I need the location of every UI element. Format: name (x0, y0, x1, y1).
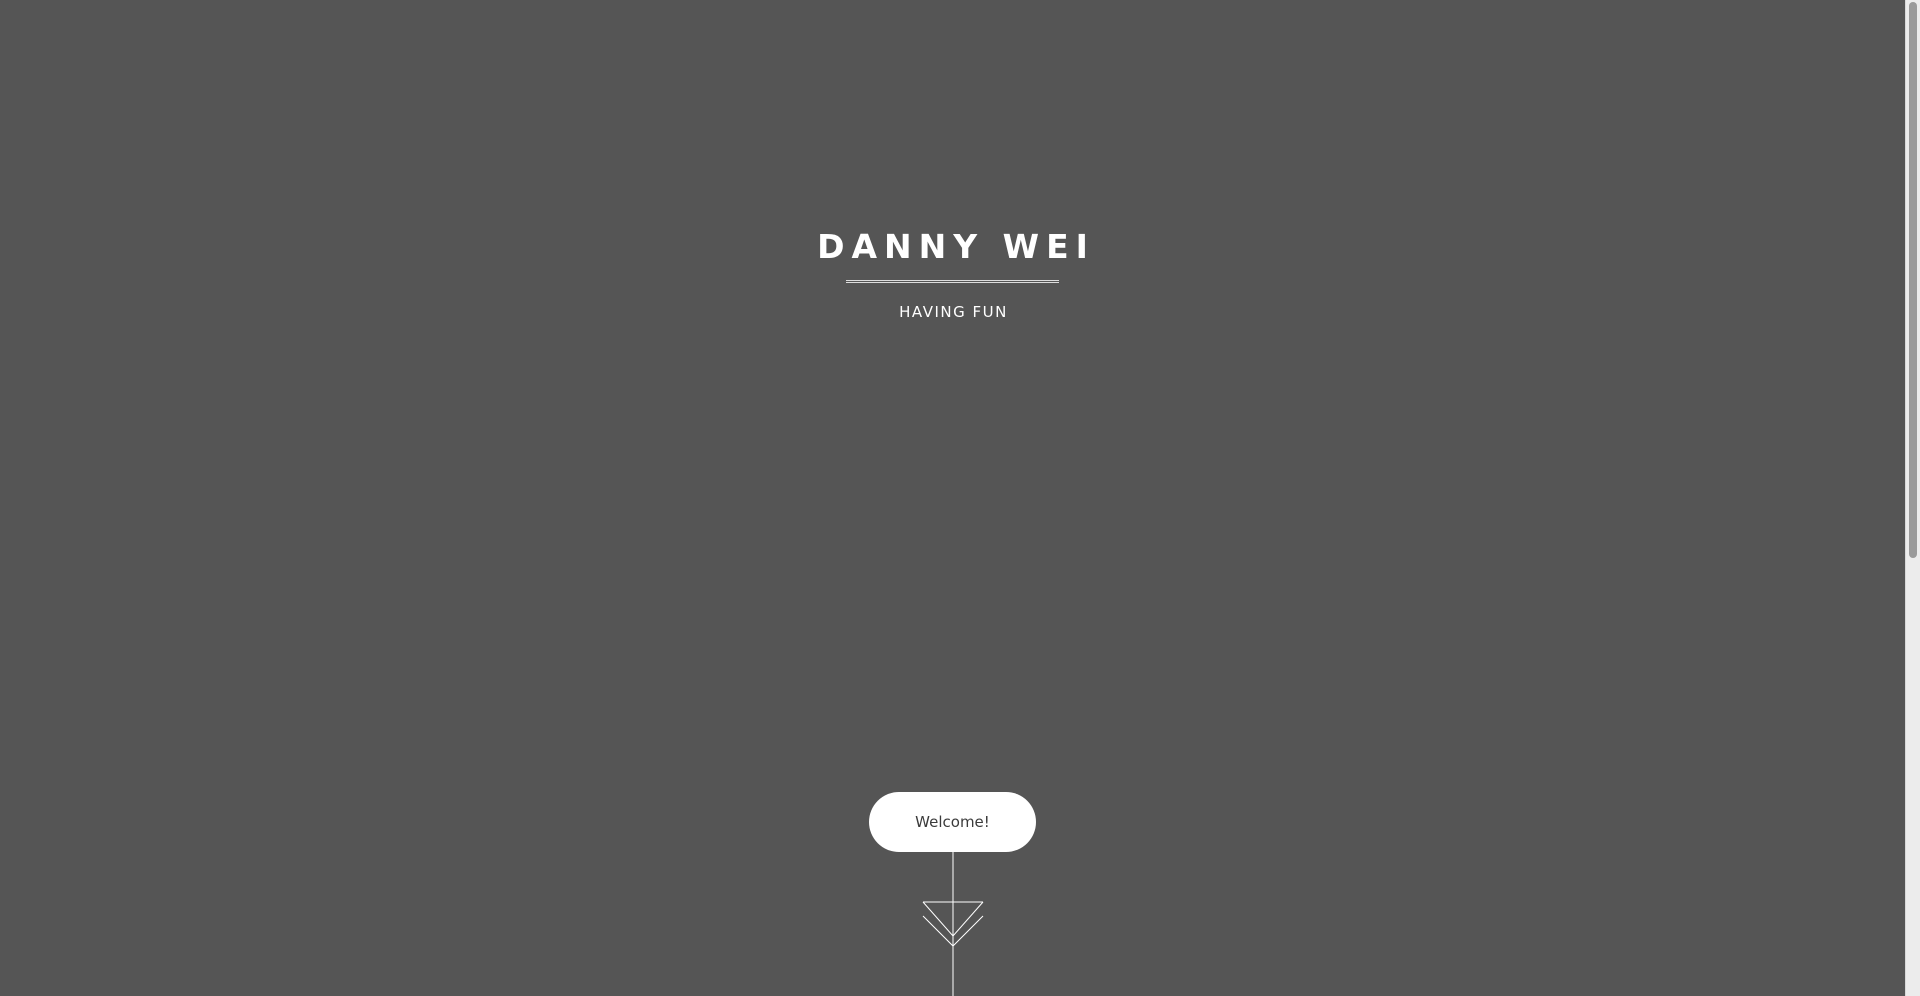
page: DANNY WEI HAVING FUN Welcome! (0, 0, 1920, 996)
hero-section: DANNY WEI HAVING FUN Welcome! (0, 0, 1905, 996)
vertical-scrollbar[interactable] (1905, 0, 1920, 996)
down-arrow-lines-icon (922, 852, 984, 996)
scrollbar-thumb[interactable] (1909, 2, 1917, 558)
welcome-button[interactable]: Welcome! (869, 792, 1036, 852)
title-divider (846, 280, 1059, 283)
site-subtitle: HAVING FUN (899, 303, 1008, 321)
site-title: DANNY WEI (817, 227, 1095, 266)
